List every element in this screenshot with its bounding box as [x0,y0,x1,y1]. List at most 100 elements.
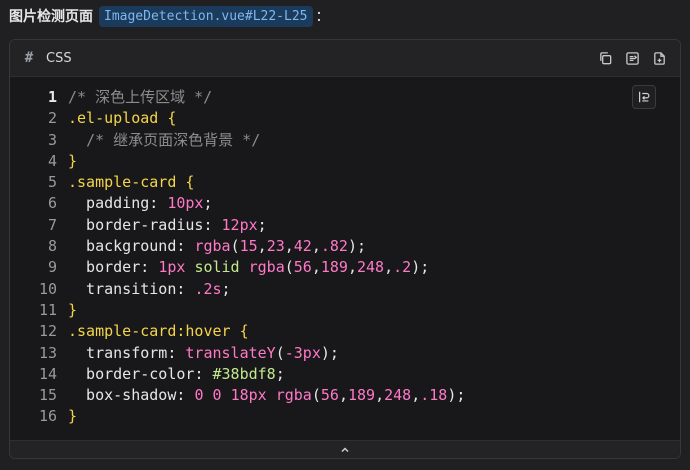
code-token: 42 [293,237,312,256]
code-line: 2 .el-upload { [10,108,680,129]
line-number: 1 [47,88,57,106]
copy-icon[interactable] [596,49,614,67]
line-number: 13 [38,343,57,362]
code-token: ( [275,343,285,362]
code-token: , [284,237,294,256]
code-content[interactable]: 1 /* 深色上传区域 */ 2 .el-upload {3 /* 继承页面深色背景 … [10,87,680,428]
code-token: .82 [320,237,348,256]
code-text: .el-upload { [57,108,176,129]
code-token: } [68,407,78,426]
code-line: 6 padding: 10px; [10,193,680,214]
code-text: background: rgba(15,23,42,.82); [57,236,366,257]
code-token: .sample-card:hover [68,322,231,341]
hash-icon: # [24,50,34,66]
code-token: solid [194,258,240,277]
line-number: 16 [38,407,57,426]
code-line: 12 .sample-card:hover { [10,321,680,342]
code-line: 7 border-radius: 12px; [10,215,680,236]
code-block-header: # CSS [10,40,680,77]
code-token: transition [68,279,177,298]
code-token: , [347,258,357,277]
code-actions [596,49,668,67]
code-text: border: 1px solid rgba(56,189,248,.2); [57,257,429,278]
code-token: padding [68,194,150,213]
code-token: : [167,343,186,362]
insert-icon[interactable] [623,49,641,67]
code-token: : [149,194,168,213]
code-token: /* 继承页面深色背景 */ [86,130,261,149]
code-token: ; [257,215,267,234]
code-text: } [57,300,77,321]
code-token: .2 [393,258,412,277]
code-token: ( [284,258,294,277]
code-token: rgba [275,386,312,405]
line-number: 7 [47,215,57,234]
code-line: 14 border-color: #38bdf8; [10,364,680,385]
code-token: 189 [320,258,348,277]
code-text: .sample-card { [57,172,194,193]
code-text: padding: 10px; [57,193,212,214]
code-token: box-shadow [68,386,177,405]
code-token: 15 [239,237,258,256]
code-line: 4} [10,151,680,172]
code-text: transition: .2s; [57,279,231,300]
code-text: box-shadow: 0 0 18px rgba(56,189,248,.18… [57,385,465,406]
code-reference-link[interactable]: ImageDetection.vue#L22-L25 [99,5,313,27]
new-file-icon[interactable] [650,49,668,67]
code-token: ; [221,279,231,298]
code-token: , [311,237,321,256]
code-token: { [185,173,195,192]
chevron-up-icon [341,446,349,452]
code-token: ); [347,237,367,256]
line-number: 14 [38,364,57,383]
code-token: border-color [68,364,195,383]
code-text: border-radius: 12px; [57,215,267,236]
code-text: /* 深色上传区域 */ [57,87,212,108]
code-block-panel: # CSS 1 /* 深色上传区域 */ 2 .el-upload {3 /*… [9,39,681,459]
line-number: 15 [38,386,57,405]
code-text: transform: translateY(-3px); [57,343,339,364]
code-token: 0 [212,386,222,405]
code-token: background [68,237,177,256]
code-token: { [167,109,177,128]
code-line: 15 box-shadow: 0 0 18px rgba(56,189,248,… [10,385,680,406]
code-text: } [57,406,77,427]
code-line: 5 .sample-card { [10,172,680,193]
code-token: .el-upload [68,109,159,128]
code-token: 189 [347,386,376,405]
code-token: 56 [293,258,312,277]
code-line: 16} [10,406,680,427]
code-token: 18px [230,386,267,405]
line-number: 6 [47,194,57,213]
code-token: rgba [248,258,285,277]
line-number: 8 [47,237,57,256]
code-token: , [411,386,421,405]
line-number: 10 [38,279,57,298]
line-number: 4 [47,151,57,170]
code-token: -3px [284,343,321,362]
code-token: : [203,215,222,234]
code-token: ; [275,364,285,383]
code-token: ); [411,258,430,277]
code-token: /* 深色上传区域 */ [68,88,213,106]
code-text: border-color: #38bdf8; [57,364,285,385]
code-token: translateY [185,343,276,362]
code-line: 8 background: rgba(15,23,42,.82); [10,236,680,257]
code-line: 11} [10,300,680,321]
collapse-bar[interactable] [10,440,680,458]
code-token: ); [447,386,466,405]
caption: 图片检测页面 ImageDetection.vue#L22-L25 ： [9,5,330,27]
caption-colon: ： [315,9,330,25]
code-token: } [68,151,78,170]
code-token: 56 [320,386,339,405]
code-token: 248 [357,258,385,277]
code-line: 3 /* 继承页面深色背景 */ [10,130,680,151]
code-token: border [68,258,141,277]
line-number: 9 [47,258,57,277]
code-token: ( [311,386,321,405]
